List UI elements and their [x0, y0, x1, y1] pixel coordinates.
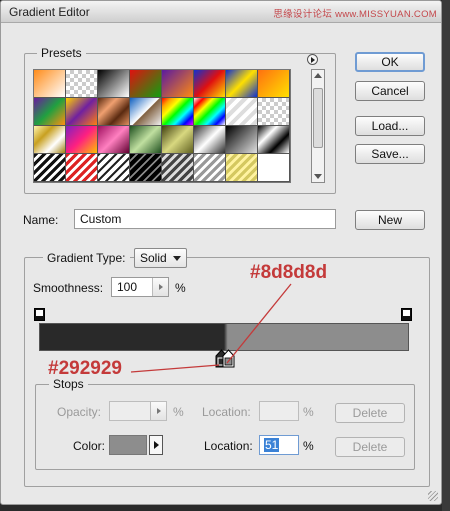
opacity-location-input[interactable]	[259, 401, 299, 421]
opacity-percent: %	[173, 405, 184, 419]
color-label: Color:	[73, 439, 106, 453]
stops-group	[35, 384, 415, 470]
opacity-input[interactable]	[109, 401, 167, 421]
gradient-editor-dialog: Gradient Editor 思缘设计论坛 www.MISSYUAN.COM …	[0, 0, 442, 505]
opacity-location-percent: %	[303, 405, 314, 419]
color-delete-button[interactable]: Delete	[335, 437, 405, 457]
opacity-stepper[interactable]	[150, 402, 166, 420]
opacity-location-label: Location:	[202, 405, 251, 419]
color-location-label: Location:	[204, 439, 253, 453]
color-swatch[interactable]	[109, 435, 147, 455]
color-location-percent: %	[303, 439, 314, 453]
opacity-delete-button[interactable]: Delete	[335, 403, 405, 423]
resize-grip-icon[interactable]	[428, 491, 438, 501]
opacity-label: Opacity:	[57, 405, 102, 419]
stops-title: Stops	[49, 377, 88, 391]
color-menu-arrow-icon[interactable]	[149, 435, 163, 455]
color-location-input[interactable]: 51	[259, 435, 299, 455]
background-panel-right	[442, 0, 450, 511]
color-location-value: 51	[264, 438, 280, 452]
